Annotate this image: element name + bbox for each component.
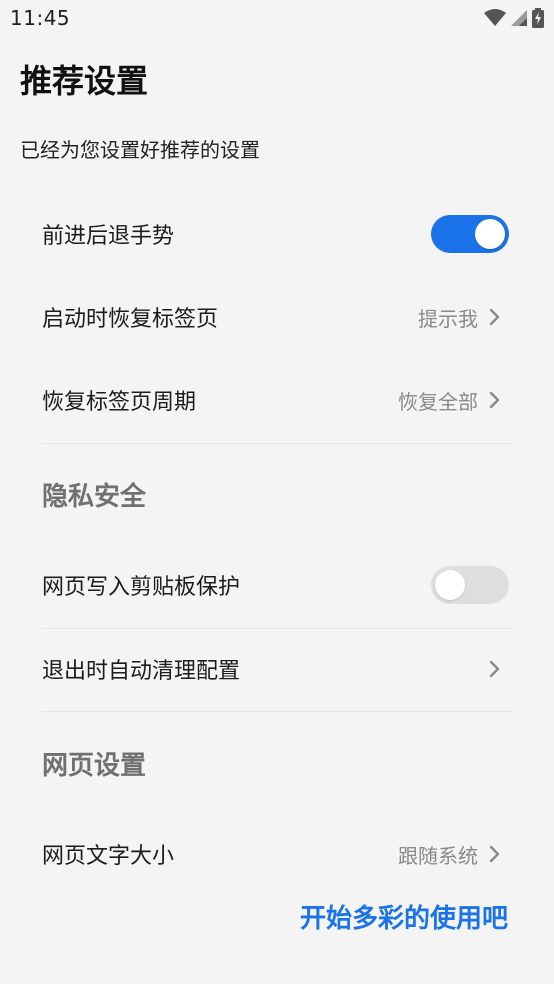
start-using-button[interactable]: 开始多彩的使用吧: [300, 898, 508, 935]
privacy-section-header: 隐私安全: [42, 482, 147, 512]
gesture-setting-row[interactable]: 前进后退手势: [42, 193, 512, 275]
restore-tabs-label: 启动时恢复标签页: [42, 307, 219, 332]
auto-clean-row[interactable]: 退出时自动清理配置: [42, 628, 512, 710]
chevron-right-icon: [489, 660, 500, 678]
restore-tabs-value: 提示我: [418, 306, 478, 331]
restore-period-row[interactable]: 恢复标签页周期 恢复全部: [42, 359, 512, 441]
gesture-setting-label: 前进后退手势: [42, 224, 175, 249]
battery-charging-icon: [532, 8, 544, 28]
divider: [42, 443, 512, 444]
auto-clean-label: 退出时自动清理配置: [42, 659, 241, 684]
chevron-right-icon: [489, 308, 500, 326]
clipboard-protection-toggle[interactable]: [431, 566, 509, 604]
page-subtitle: 已经为您设置好推荐的设置: [20, 138, 260, 162]
divider: [42, 711, 512, 712]
chevron-right-icon: [489, 845, 500, 863]
toggle-knob: [435, 570, 465, 600]
status-time: 11:45: [10, 6, 71, 30]
restore-period-value: 恢复全部: [398, 389, 478, 414]
restore-tabs-row[interactable]: 启动时恢复标签页 提示我: [42, 276, 512, 358]
status-bar: 11:45: [0, 0, 554, 38]
chevron-right-icon: [489, 391, 500, 409]
clipboard-protection-row[interactable]: 网页写入剪贴板保护: [42, 544, 512, 626]
font-size-row[interactable]: 网页文字大小 跟随系统: [42, 813, 512, 895]
page-title: 推荐设置: [20, 62, 149, 100]
font-size-label: 网页文字大小: [42, 844, 175, 869]
gesture-toggle[interactable]: [431, 215, 509, 253]
wifi-icon: [484, 9, 506, 26]
web-section-header: 网页设置: [42, 751, 147, 781]
status-icons: [484, 8, 544, 28]
toggle-knob: [475, 219, 505, 249]
cellular-signal-icon: [511, 10, 527, 26]
font-size-value: 跟随系统: [398, 843, 478, 868]
clipboard-protection-label: 网页写入剪贴板保护: [42, 575, 241, 600]
restore-period-label: 恢复标签页周期: [42, 390, 197, 415]
